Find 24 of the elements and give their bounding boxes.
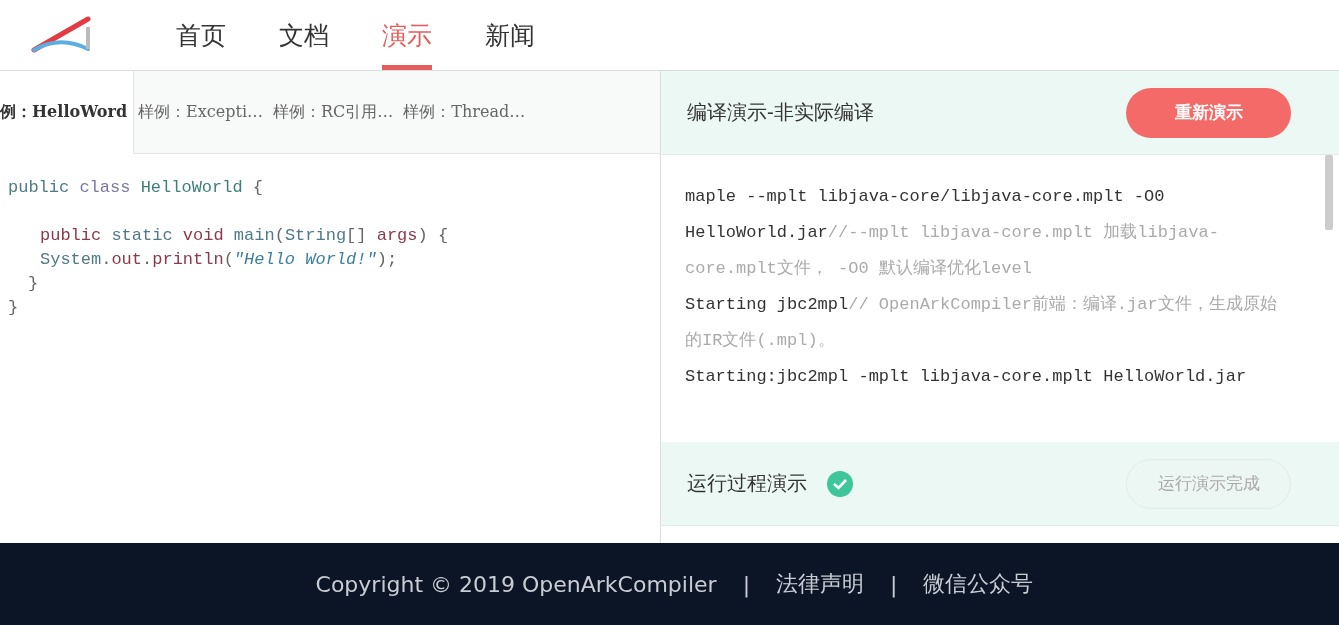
- panel-title: 编译演示-非实际编译: [687, 99, 874, 126]
- separator: |: [742, 571, 751, 597]
- nav-tab[interactable]: 文档: [279, 0, 329, 70]
- footer-link[interactable]: 微信公众号: [923, 569, 1034, 599]
- scrollbar[interactable]: [1325, 155, 1333, 230]
- code-line: public class HelloWorld {: [8, 177, 264, 199]
- log-entry: Starting:jbc2mpl -mplt libjava-core.mplt HelloWorld.jar: [685, 366, 1248, 388]
- footer-link[interactable]: 法律声明: [776, 569, 865, 599]
- code-line: }: [28, 273, 39, 295]
- nav-tab[interactable]: 首页: [176, 0, 226, 70]
- logo-icon: [30, 15, 94, 55]
- nav-tab[interactable]: 新闻: [485, 0, 535, 70]
- sample-tab[interactable]: 例：HelloWord: [0, 71, 135, 154]
- separator: |: [890, 571, 898, 597]
- code-line: }: [8, 297, 19, 319]
- sample-tab[interactable]: 样例：RC引用…: [269, 71, 400, 154]
- panel-title: 运行过程演示: [687, 470, 807, 497]
- sample-tab[interactable]: 样例：Thread…: [399, 71, 532, 154]
- log-entry: Starting jbc2mpl// OpenArkCompiler前端：编译.jar文件，生成原始的IR文件(.mpl)。: [685, 294, 1278, 352]
- copyright-text: Copyright © 2019 OpenArkCompiler: [315, 571, 717, 597]
- code-line: public static void main(String[] args) {: [40, 225, 449, 247]
- code-line: System.out.println("Hello World!");: [40, 249, 398, 271]
- log-entry: maple --mplt libjava-core/libjava-core.mplt -O0 HelloWorld.jar//--mplt libjava-core.mplt 加载libjava-core.mplt文件， -O0 默认编译优化level: [685, 186, 1220, 280]
- sample-tab[interactable]: 样例：Excepti…: [134, 71, 269, 154]
